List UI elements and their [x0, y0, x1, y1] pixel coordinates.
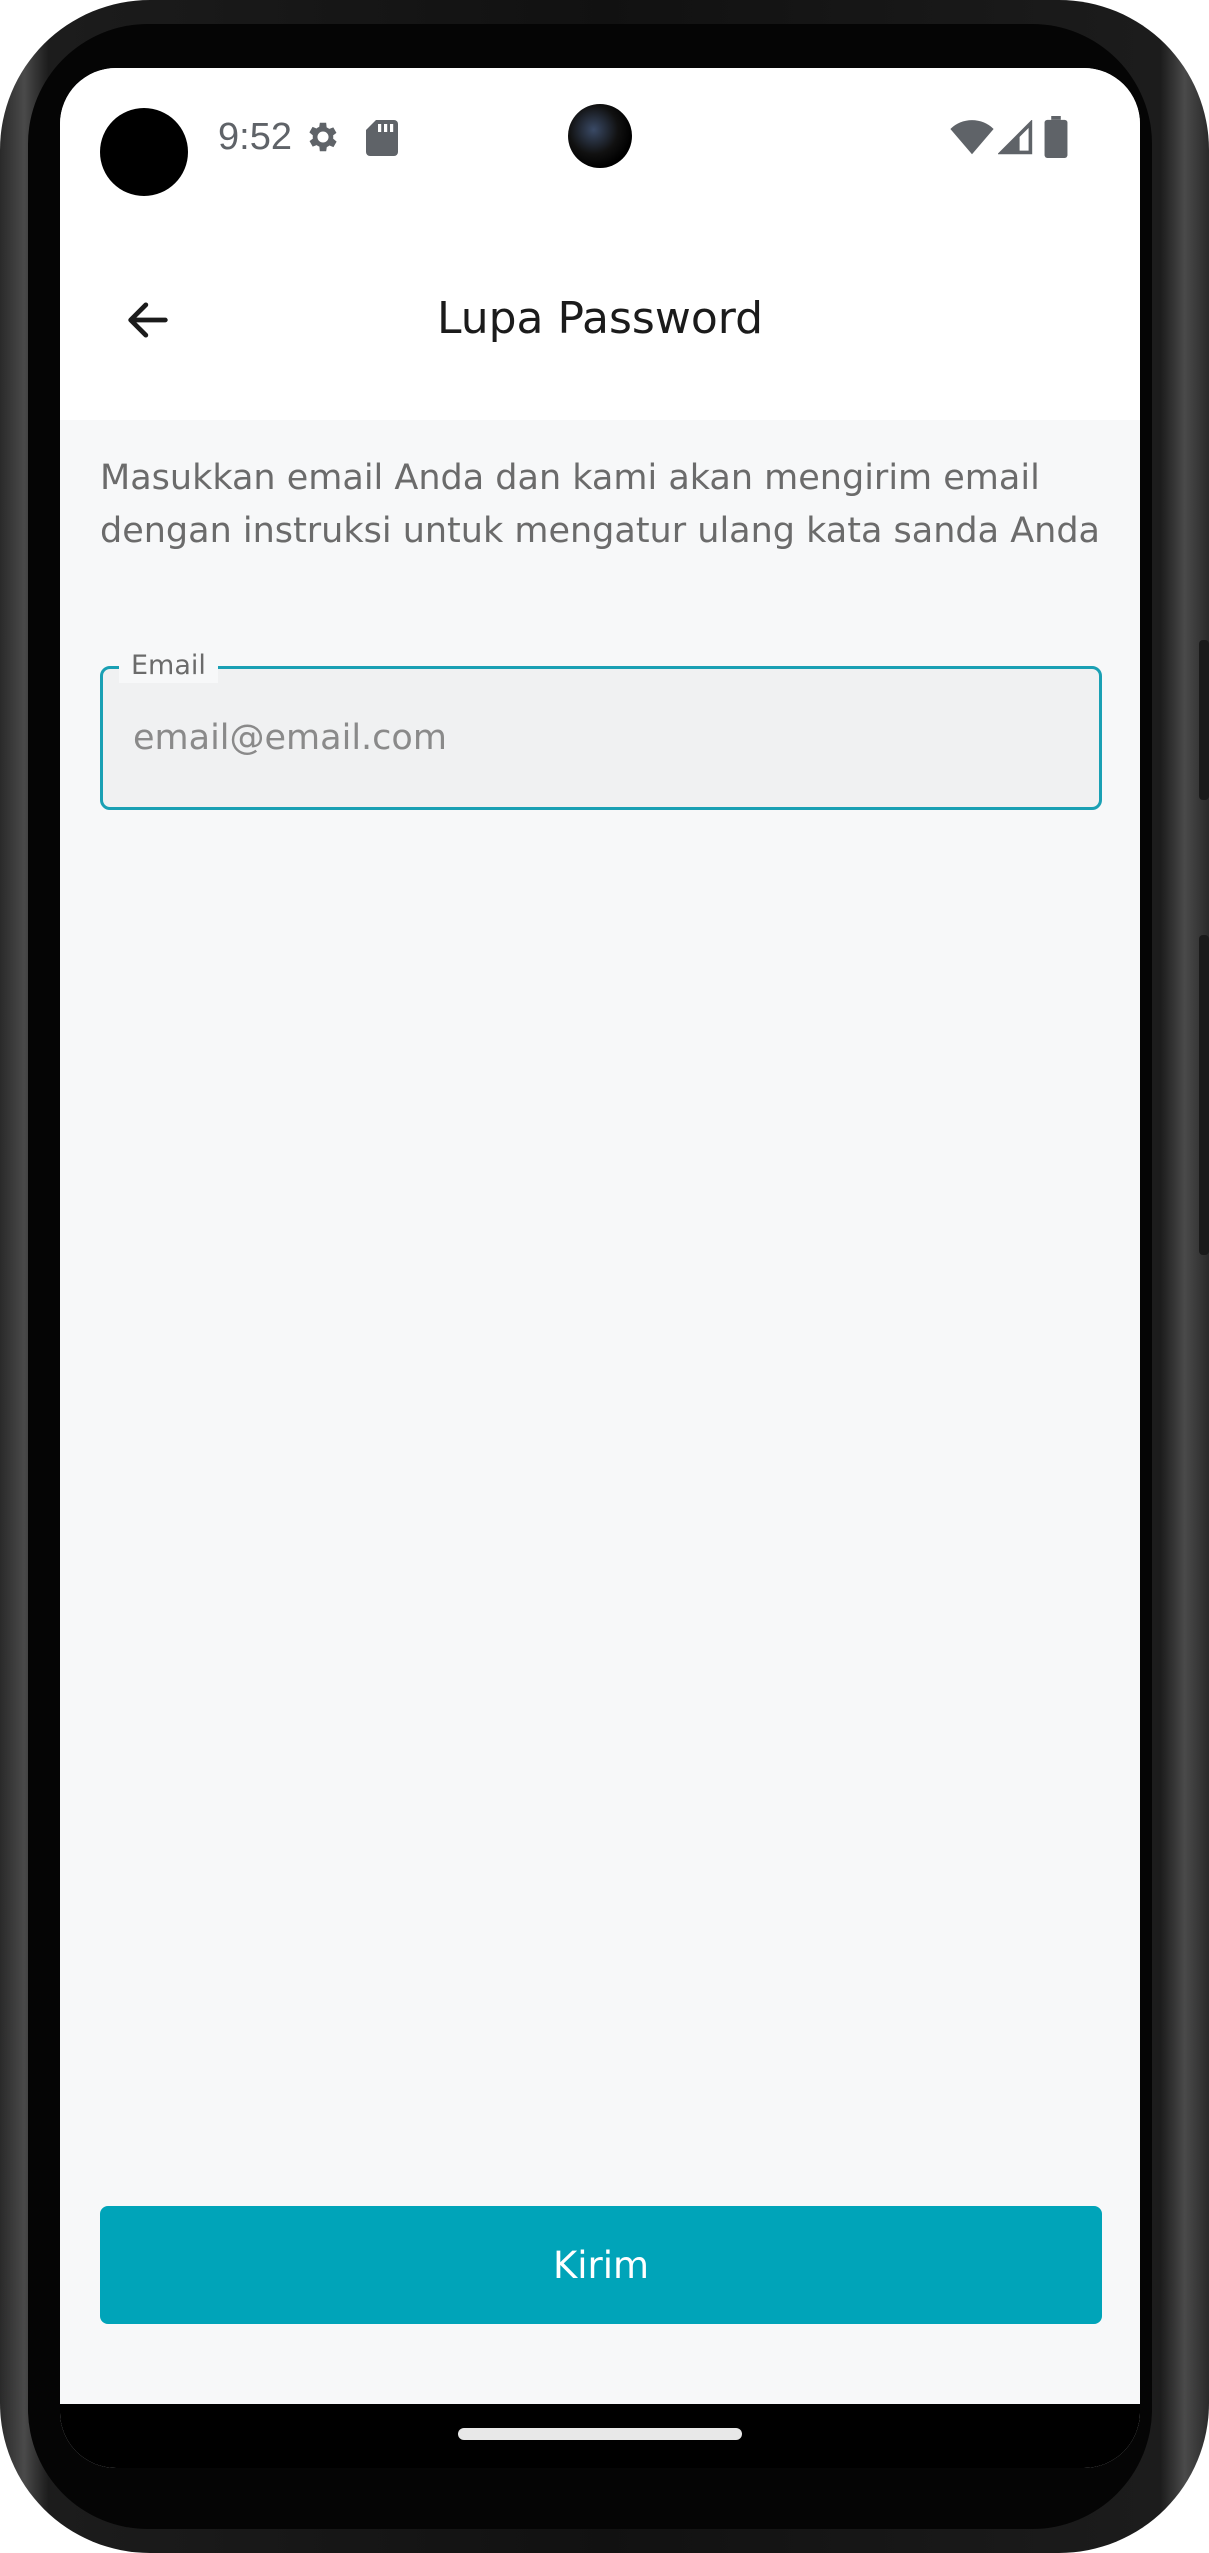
wifi-icon — [950, 120, 994, 155]
front-camera — [568, 104, 632, 168]
gear-icon — [309, 122, 337, 152]
status-time: 9:52 — [218, 116, 292, 158]
instruction-text: Masukkan email Anda dan kami akan mengir… — [100, 458, 1100, 551]
navigation-bar — [60, 2404, 1140, 2468]
signal-icon — [998, 120, 1033, 155]
battery-icon — [1044, 116, 1068, 158]
volume-button — [1199, 935, 1209, 1255]
notification-dot — [100, 108, 188, 196]
status-bar: 9:52 — [60, 68, 1140, 216]
app-bar: Lupa Password — [60, 216, 1140, 420]
sd-card-icon — [366, 120, 398, 156]
phone-frame: 9:52 Lupa Password Masukkan email Anda d… — [0, 0, 1209, 2553]
page-title: Lupa Password — [436, 292, 764, 344]
email-input[interactable] — [131, 669, 1071, 807]
email-field[interactable]: Email — [100, 649, 1102, 810]
screen: 9:52 Lupa Password Masukkan email Anda d… — [60, 68, 1140, 2468]
submit-button[interactable]: Kirim — [100, 2206, 1102, 2324]
power-button — [1199, 640, 1209, 800]
home-indicator[interactable] — [458, 2428, 742, 2440]
